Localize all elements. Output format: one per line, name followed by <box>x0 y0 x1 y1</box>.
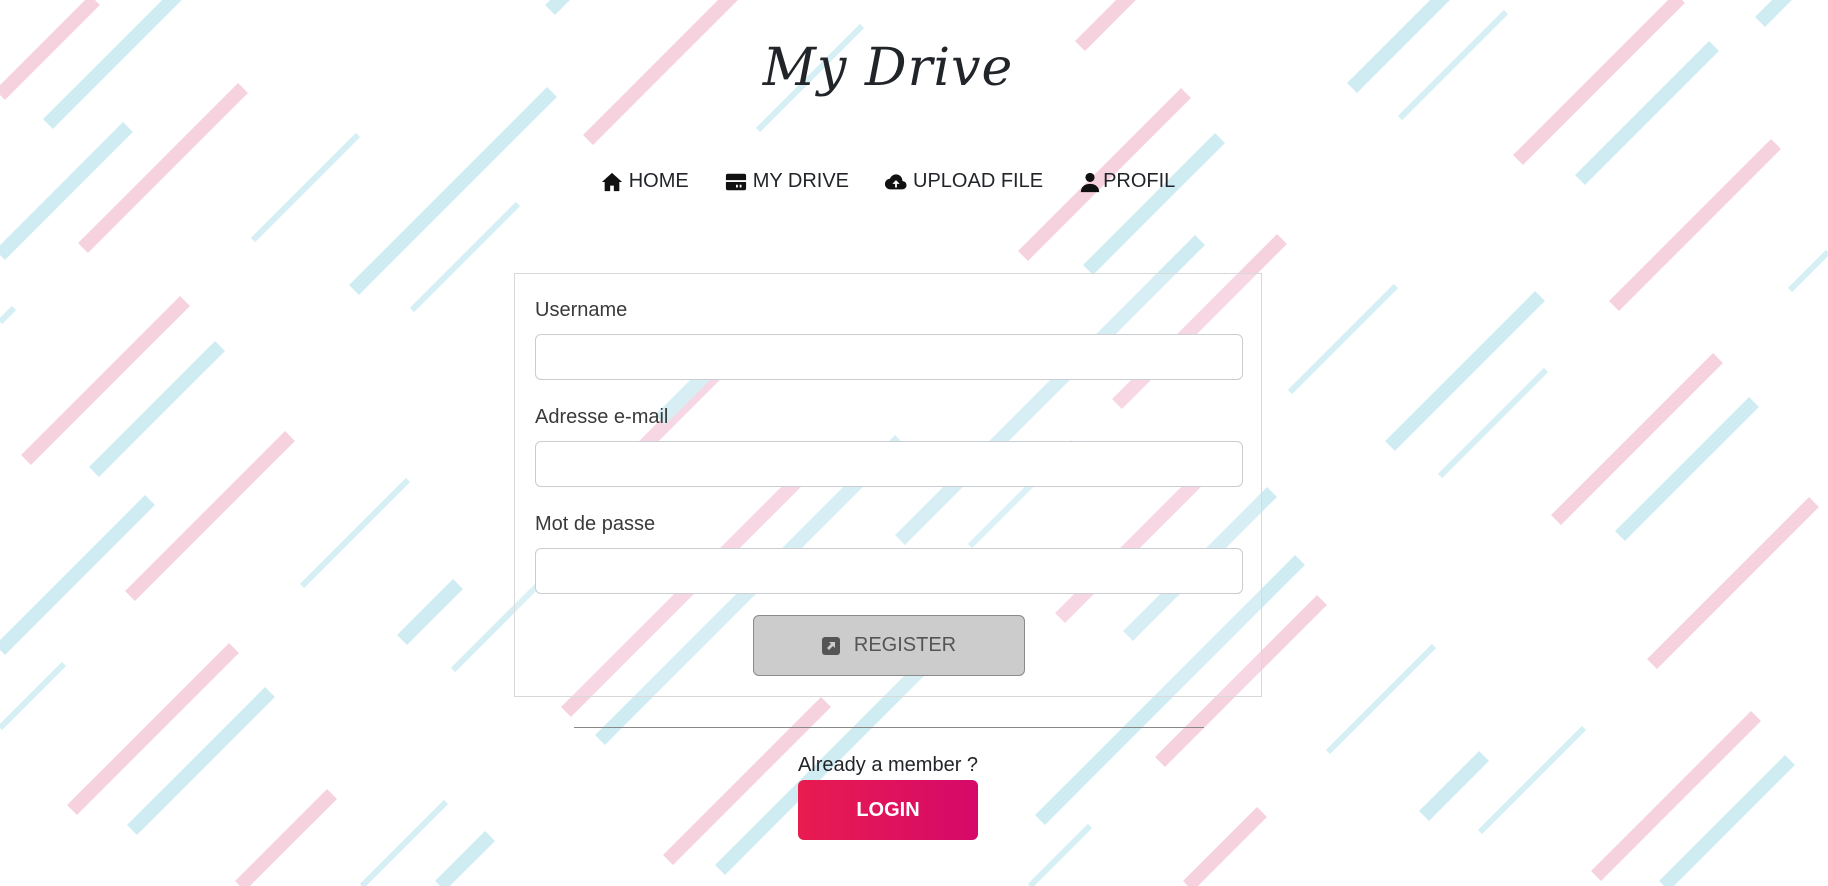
email-label: Adresse e-mail <box>535 406 669 428</box>
main-nav: HOME MY DRIVE UPLOAD FILE PROFIL <box>0 170 1776 193</box>
nav-upload-file-label: UPLOAD FILE <box>913 170 1044 192</box>
nav-upload-file[interactable]: UPLOAD FILE <box>885 170 1043 193</box>
brand-title: My Drive <box>762 38 1014 98</box>
password-label: Mot de passe <box>535 513 656 535</box>
cloud-upload-icon <box>885 173 907 189</box>
nav-my-drive-label: MY DRIVE <box>752 170 850 192</box>
email-input[interactable] <box>535 441 1243 487</box>
register-form: Username Adresse e-mail Mot de passe REG… <box>514 273 1262 697</box>
house-icon <box>601 172 622 191</box>
user-icon <box>1080 172 1100 192</box>
register-page: My Drive HOME MY DRIVE UPLOAD FILE PROFI… <box>0 0 1828 886</box>
divider <box>574 727 1204 728</box>
username-label: Username <box>535 299 628 321</box>
register-label: REGISTER <box>853 634 957 656</box>
password-input[interactable] <box>535 548 1243 594</box>
nav-home-label: HOME <box>628 170 689 192</box>
external-link-square-icon <box>821 636 840 655</box>
nav-profil-label: PROFIL <box>1103 170 1176 192</box>
nav-my-drive[interactable]: MY DRIVE <box>725 170 849 193</box>
nav-home[interactable]: HOME <box>601 170 689 193</box>
already-member-text: Already a member ? <box>797 754 979 776</box>
nav-profil[interactable]: PROFIL <box>1079 170 1175 193</box>
register-button[interactable]: REGISTER <box>753 615 1025 676</box>
login-button[interactable]: LOGIN <box>798 780 978 840</box>
login-label: LOGIN <box>856 798 920 821</box>
drive-icon <box>725 173 746 190</box>
username-input[interactable] <box>535 334 1243 380</box>
